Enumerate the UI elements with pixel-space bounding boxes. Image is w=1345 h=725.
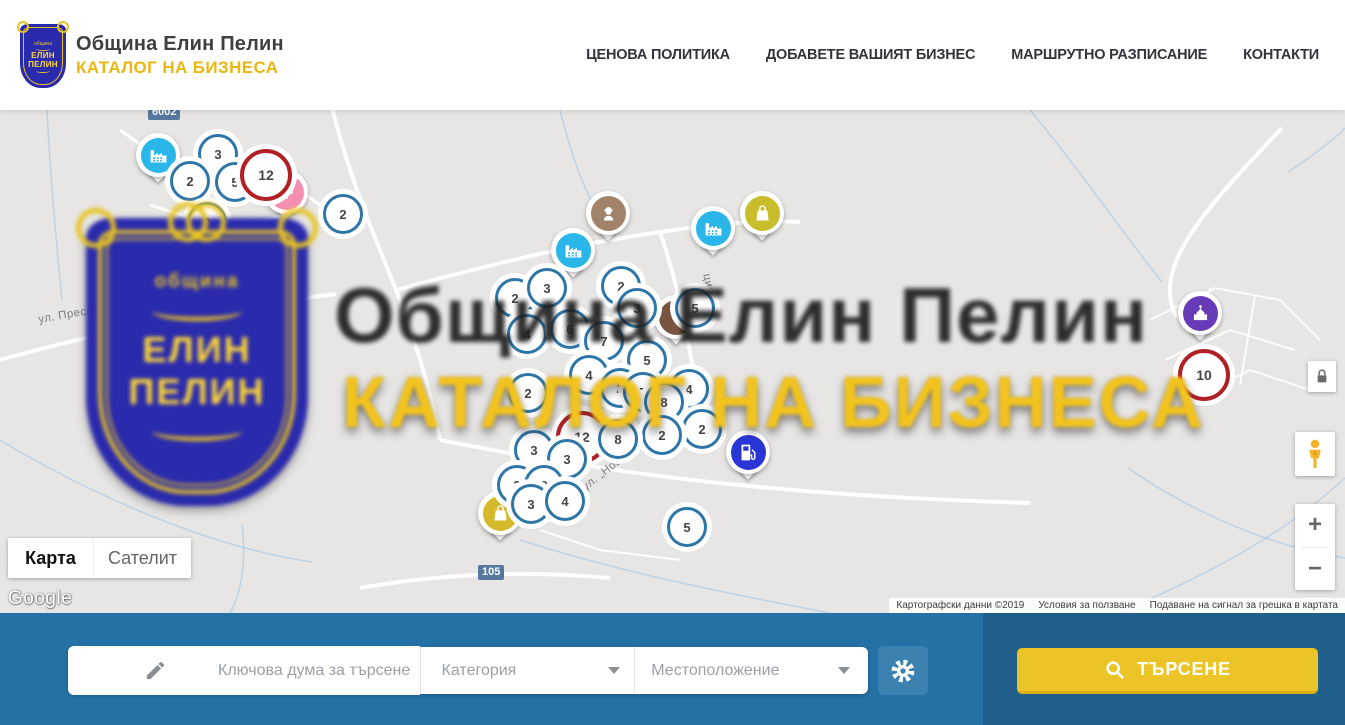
google-logo[interactable]: Google: [8, 588, 72, 610]
terms-link[interactable]: Условия за ползване: [1038, 600, 1135, 611]
church-pin[interactable]: [1178, 291, 1222, 335]
cluster-marker[interactable]: 2: [187, 202, 227, 242]
cluster-marker[interactable]: 4: [545, 481, 585, 521]
chevron-down-icon: [608, 667, 620, 674]
cluster-marker[interactable]: 5: [667, 507, 707, 547]
factory-pin[interactable]: [551, 228, 595, 272]
nav-price-policy[interactable]: ЦЕНОВА ПОЛИТИКА: [586, 47, 730, 63]
site-logo[interactable]: община ЕЛИН ПЕЛИН Община Елин Пелин КАТА…: [20, 22, 284, 88]
factory-icon: [556, 233, 591, 268]
bag-icon: [745, 196, 780, 231]
cluster-marker[interactable]: 10: [1178, 349, 1230, 401]
road-number-badge: 105: [478, 565, 504, 580]
satellite-view-button[interactable]: Сателит: [93, 538, 191, 578]
location-dropdown[interactable]: Местоположение: [635, 647, 868, 694]
category-dropdown[interactable]: Категория: [421, 647, 635, 694]
lock-icon: [1315, 368, 1329, 385]
cluster-marker[interactable]: 2: [642, 415, 682, 455]
cluster-marker[interactable]: 2: [682, 409, 722, 449]
nav-add-business[interactable]: ДОБАВЕТЕ ВАШИЯТ БИЗНЕС: [766, 47, 975, 63]
chevron-down-icon: [838, 667, 850, 674]
header: община ЕЛИН ПЕЛИН Община Елин Пелин КАТА…: [0, 0, 1345, 110]
road-number-badge: 6002: [148, 110, 180, 120]
cluster-marker[interactable]: 8: [598, 419, 638, 459]
pencil-icon: [144, 659, 167, 687]
factory-icon: [141, 138, 176, 173]
fuel-icon: [731, 435, 766, 470]
cluster-marker[interactable]: 3: [617, 288, 657, 328]
keyword-input[interactable]: [68, 646, 420, 695]
bag-pin[interactable]: [740, 191, 784, 235]
report-error-link[interactable]: Подаване на сигнал за грешка в картата: [1150, 600, 1338, 611]
map-view-button[interactable]: Карта: [8, 538, 93, 578]
fuel-pin[interactable]: [726, 430, 770, 474]
cluster-marker[interactable]: 5: [675, 288, 715, 328]
nav-route-schedule[interactable]: МАРШРУТНО РАЗПИСАНИЕ: [1011, 47, 1207, 63]
map-attribution: Картографски данни ©2019 Условия за полз…: [889, 598, 1345, 613]
map-type-switcher: Карта Сателит: [8, 538, 191, 578]
search-fields: Категория Местоположение: [68, 647, 868, 694]
municipality-emblem-icon: община ЕЛИН ПЕЛИН: [20, 24, 66, 88]
gear-icon: [890, 658, 916, 684]
cluster-marker[interactable]: 4: [507, 314, 547, 354]
cluster-marker[interactable]: 2: [508, 373, 548, 413]
factory-icon: [696, 211, 731, 246]
cluster-marker[interactable]: 2: [323, 194, 363, 234]
nav-contacts[interactable]: КОНТАКТИ: [1243, 47, 1319, 63]
search-icon: [1104, 659, 1126, 681]
map-data-copyright: Картографски данни ©2019: [896, 600, 1024, 611]
cluster-marker[interactable]: 2: [170, 161, 210, 201]
search-button[interactable]: ТЪРСЕНЕ: [1017, 648, 1318, 694]
cluster-marker[interactable]: 3: [527, 268, 567, 308]
cluster-marker[interactable]: 12: [240, 149, 292, 201]
worker-icon: [591, 196, 626, 231]
factory-pin[interactable]: [691, 206, 735, 250]
settings-button[interactable]: [878, 646, 928, 695]
pegman-icon: [1302, 438, 1328, 470]
site-tagline: КАТАЛОГ НА БИЗНЕСА: [76, 58, 284, 78]
zoom-out-button[interactable]: −: [1295, 548, 1335, 591]
site-name: Община Елин Пелин: [76, 33, 284, 56]
zoom-in-button[interactable]: +: [1295, 504, 1335, 547]
search-button-panel: ТЪРСЕНЕ: [983, 613, 1345, 725]
church-icon: [1183, 296, 1218, 331]
lock-button[interactable]: [1308, 361, 1336, 392]
search-bar: ТЪРСЕНЕ Категория Местоположение: [0, 613, 1345, 725]
map-canvas[interactable]: 325122223235467542748222128333834510 общ…: [0, 110, 1345, 613]
zoom-control: + −: [1295, 504, 1335, 590]
main-nav: ЦЕНОВА ПОЛИТИКА ДОБАВЕТЕ ВАШИЯТ БИЗНЕС М…: [586, 47, 1319, 63]
pegman-button[interactable]: [1295, 432, 1335, 476]
